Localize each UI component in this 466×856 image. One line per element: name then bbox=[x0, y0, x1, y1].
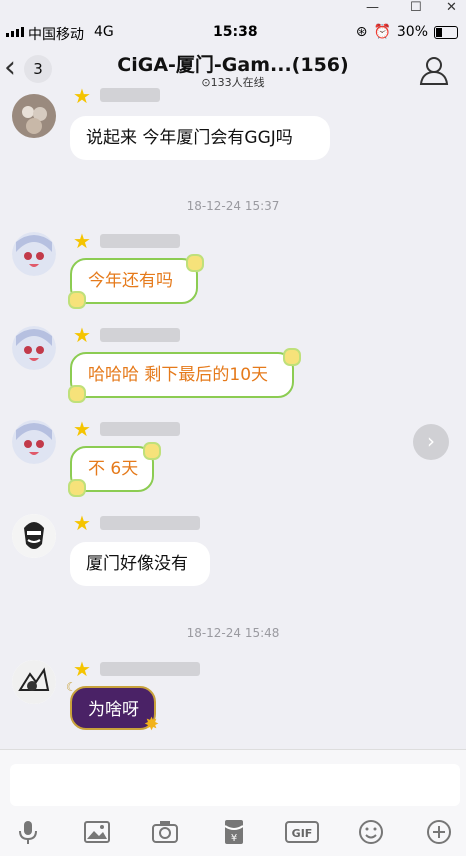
avatar[interactable] bbox=[12, 232, 56, 276]
nickname-blurred bbox=[100, 234, 180, 248]
battery-icon bbox=[434, 25, 458, 39]
member-level-icon: ★ bbox=[73, 323, 91, 347]
message-bubble[interactable]: 哈哈哈 剩下最后的10天 bbox=[70, 352, 294, 398]
alarm-icon: ⏰ bbox=[373, 24, 391, 40]
nickname-blurred bbox=[100, 88, 160, 102]
flower-decoration bbox=[68, 291, 86, 309]
timestamp: 18-12-24 15:48 bbox=[186, 626, 280, 640]
member-level-icon: ★ bbox=[73, 229, 91, 253]
member-level-icon: ★ bbox=[73, 511, 91, 535]
online-status-icon: ⊙ bbox=[201, 76, 211, 89]
minimize-button[interactable]: — bbox=[366, 0, 379, 15]
group-profile-icon[interactable] bbox=[418, 54, 450, 86]
nickname-blurred bbox=[100, 328, 180, 342]
gif-icon[interactable]: GIF bbox=[285, 821, 319, 843]
carrier-label: 中国移动 bbox=[28, 27, 84, 43]
flower-decoration bbox=[68, 385, 86, 403]
status-bar: 中国移动 4G 15:38 ⊛ ⏰ 30% bbox=[0, 20, 466, 46]
member-level-icon: ★ bbox=[73, 84, 91, 108]
avatar[interactable] bbox=[12, 94, 56, 138]
toolbar: ¥ GIF bbox=[0, 817, 466, 847]
moon-decoration-icon: ☾ bbox=[66, 680, 77, 694]
window-controls: — ☐ ✕ bbox=[0, 0, 466, 18]
message-bubble[interactable]: 今年还有吗 bbox=[70, 258, 198, 304]
group-title[interactable]: CiGA-厦门-Gam...(156) bbox=[60, 50, 406, 77]
rotation-lock-icon: ⊛ bbox=[355, 24, 368, 40]
scroll-next-arrow-icon[interactable]: › bbox=[413, 424, 449, 460]
sparkle-decoration-icon: ✸ bbox=[144, 714, 160, 735]
battery-percent: 30% bbox=[396, 24, 428, 40]
timestamp: 18-12-24 15:37 bbox=[186, 199, 280, 213]
maximize-button[interactable]: ☐ bbox=[410, 0, 422, 15]
emoji-icon[interactable] bbox=[356, 817, 386, 847]
nickname-blurred bbox=[100, 662, 200, 676]
flower-decoration bbox=[283, 348, 301, 366]
avatar[interactable] bbox=[12, 514, 56, 558]
clock: 15:38 bbox=[213, 24, 258, 40]
signal-icon bbox=[6, 27, 24, 37]
nickname-blurred bbox=[100, 422, 180, 436]
member-level-icon: ★ bbox=[73, 417, 91, 441]
avatar[interactable] bbox=[12, 326, 56, 370]
close-button[interactable]: ✕ bbox=[446, 0, 457, 15]
microphone-icon[interactable] bbox=[13, 817, 43, 847]
red-packet-icon[interactable]: ¥ bbox=[219, 817, 249, 847]
chat-header: ‹ 3 CiGA-厦门-Gam...(156) ⊙133人在线 bbox=[0, 46, 466, 94]
flower-decoration bbox=[143, 442, 161, 460]
avatar[interactable] bbox=[12, 660, 56, 704]
camera-icon[interactable] bbox=[150, 817, 180, 847]
input-bar: ¥ GIF bbox=[0, 749, 466, 856]
online-count: ⊙133人在线 bbox=[0, 74, 466, 90]
online-count-text: 133人在线 bbox=[210, 76, 265, 89]
message-input[interactable] bbox=[10, 764, 460, 806]
network-label: 4G bbox=[94, 24, 114, 40]
message-bubble[interactable]: 说起来 今年厦门会有GGJ吗 bbox=[70, 116, 330, 160]
avatar[interactable] bbox=[12, 420, 56, 464]
flower-decoration bbox=[68, 479, 86, 497]
plus-icon[interactable] bbox=[424, 817, 454, 847]
image-icon[interactable] bbox=[82, 817, 112, 847]
flower-decoration bbox=[186, 254, 204, 272]
nickname-blurred bbox=[100, 516, 200, 530]
message-bubble[interactable]: 厦门好像没有 bbox=[70, 542, 210, 586]
svg-text:¥: ¥ bbox=[231, 833, 237, 844]
message-list[interactable]: ★ 说起来 今年厦门会有GGJ吗 18-12-24 15:37 ★ 今年还有吗 … bbox=[0, 86, 466, 749]
member-level-icon: ★ bbox=[73, 657, 91, 681]
